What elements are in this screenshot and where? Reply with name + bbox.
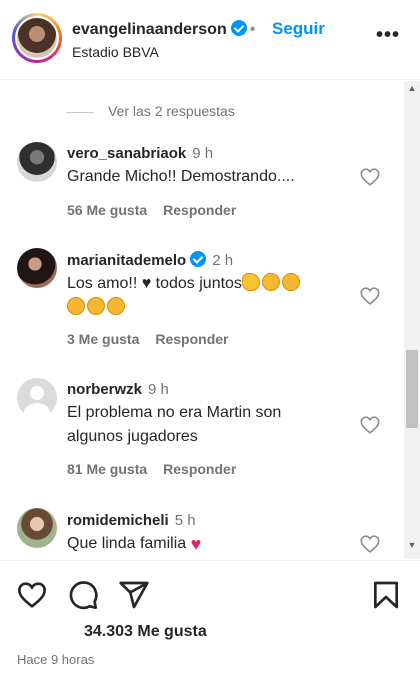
comment-time[interactable]: 9 h <box>148 381 169 398</box>
comment-time[interactable]: 9 h <box>192 145 213 162</box>
comment-text-end: todos juntos <box>151 275 242 292</box>
verified-badge-icon <box>230 20 247 36</box>
comment-text: Los amo!! ♥ todos juntos <box>67 272 337 320</box>
comment-user-row: marianitademelo 2 h <box>67 251 233 269</box>
clapping-hands-emoji-icon <box>281 273 300 291</box>
like-comment-heart-icon[interactable] <box>359 414 381 436</box>
comment-text: El problema no era Martin son algunos ju… <box>67 404 282 445</box>
post-likes-count[interactable]: 34.303 Me gusta <box>84 623 207 641</box>
comment-user-row: romidemicheli 5 h <box>67 512 196 529</box>
comment-user-row: vero_sanabriaok 9 h <box>67 145 213 162</box>
clapping-hands-emoji-icon <box>107 297 125 315</box>
post-header: evangelinaanderson • Seguir Estadio BBVA … <box>0 0 420 80</box>
flexed-biceps-emoji-icon <box>241 273 260 291</box>
scroll-up-arrow-icon[interactable]: ▲ <box>404 83 420 97</box>
comment-time[interactable]: 2 h <box>212 252 233 269</box>
comment-user-row: norberwzk 9 h <box>67 381 169 398</box>
commenter-avatar[interactable] <box>17 248 57 288</box>
share-send-icon[interactable] <box>118 579 150 611</box>
clapping-hands-emoji-icon <box>87 297 105 315</box>
comment-likes[interactable]: 81 Me gusta <box>67 461 147 477</box>
save-bookmark-icon[interactable] <box>370 579 402 611</box>
view-replies-label: Ver las 2 respuestas <box>108 103 235 119</box>
post-actions: 34.303 Me gusta Hace 9 horas <box>0 560 420 678</box>
separator-dot: • <box>249 21 256 38</box>
author-avatar[interactable] <box>12 13 62 63</box>
comment-text-start: Que linda familia <box>67 535 191 552</box>
post-timestamp[interactable]: Hace 9 horas <box>17 652 94 667</box>
like-comment-heart-icon[interactable] <box>359 533 381 555</box>
commenter-avatar-default[interactable] <box>17 378 57 418</box>
comment-meta: 81 Me gusta Responder <box>67 461 236 477</box>
comment-text: Que linda familia ♥ <box>67 532 337 556</box>
view-replies-button[interactable]: Ver las 2 respuestas <box>66 103 235 119</box>
like-heart-icon[interactable] <box>16 579 48 611</box>
comment-username[interactable]: norberwzk <box>67 381 142 398</box>
verified-badge-icon <box>190 251 207 267</box>
post-location[interactable]: Estadio BBVA <box>72 44 159 60</box>
commenter-avatar[interactable] <box>17 508 57 548</box>
default-user-icon <box>24 386 50 418</box>
reply-button[interactable]: Responder <box>163 461 236 477</box>
comment-likes[interactable]: 56 Me gusta <box>67 202 147 218</box>
reply-button[interactable]: Responder <box>155 331 228 347</box>
comments-list: Ver las 2 respuestas vero_sanabriaok 9 h … <box>0 81 404 559</box>
follow-button[interactable]: Seguir <box>272 19 325 39</box>
comment-time[interactable]: 5 h <box>175 512 196 529</box>
comment-meta: 56 Me gusta Responder <box>67 202 236 218</box>
like-comment-heart-icon[interactable] <box>359 166 381 188</box>
clapping-hands-emoji-icon <box>67 297 85 315</box>
scroll-down-arrow-icon[interactable]: ▼ <box>404 540 420 554</box>
author-username[interactable]: evangelinaanderson <box>72 21 227 38</box>
black-heart-emoji-icon: ♥ <box>141 275 152 292</box>
commenter-avatar[interactable] <box>17 142 57 182</box>
replies-divider <box>66 111 94 113</box>
red-heart-emoji-icon: ♥ <box>190 534 202 554</box>
comment-text-start: Los amo!! <box>67 275 142 292</box>
reply-button[interactable]: Responder <box>163 202 236 218</box>
comments-scrollbar[interactable] <box>404 81 420 559</box>
comment-likes[interactable]: 3 Me gusta <box>67 331 139 347</box>
comment-meta: 3 Me gusta Responder <box>67 331 228 347</box>
comment-username[interactable]: vero_sanabriaok <box>67 145 186 162</box>
comment-text: Grande Micho!! Demostrando.... <box>67 168 295 185</box>
author-avatar-image <box>17 18 57 58</box>
comment-username[interactable]: romidemicheli <box>67 512 169 529</box>
author-username-row: evangelinaanderson • <box>72 20 258 39</box>
comment-username[interactable]: marianitademelo <box>67 252 186 269</box>
more-options-icon[interactable]: ••• <box>376 24 400 47</box>
scrollbar-thumb[interactable] <box>406 350 418 428</box>
comment-bubble-icon[interactable] <box>67 579 99 611</box>
clapping-hands-emoji-icon <box>261 273 280 291</box>
like-comment-heart-icon[interactable] <box>359 285 381 307</box>
